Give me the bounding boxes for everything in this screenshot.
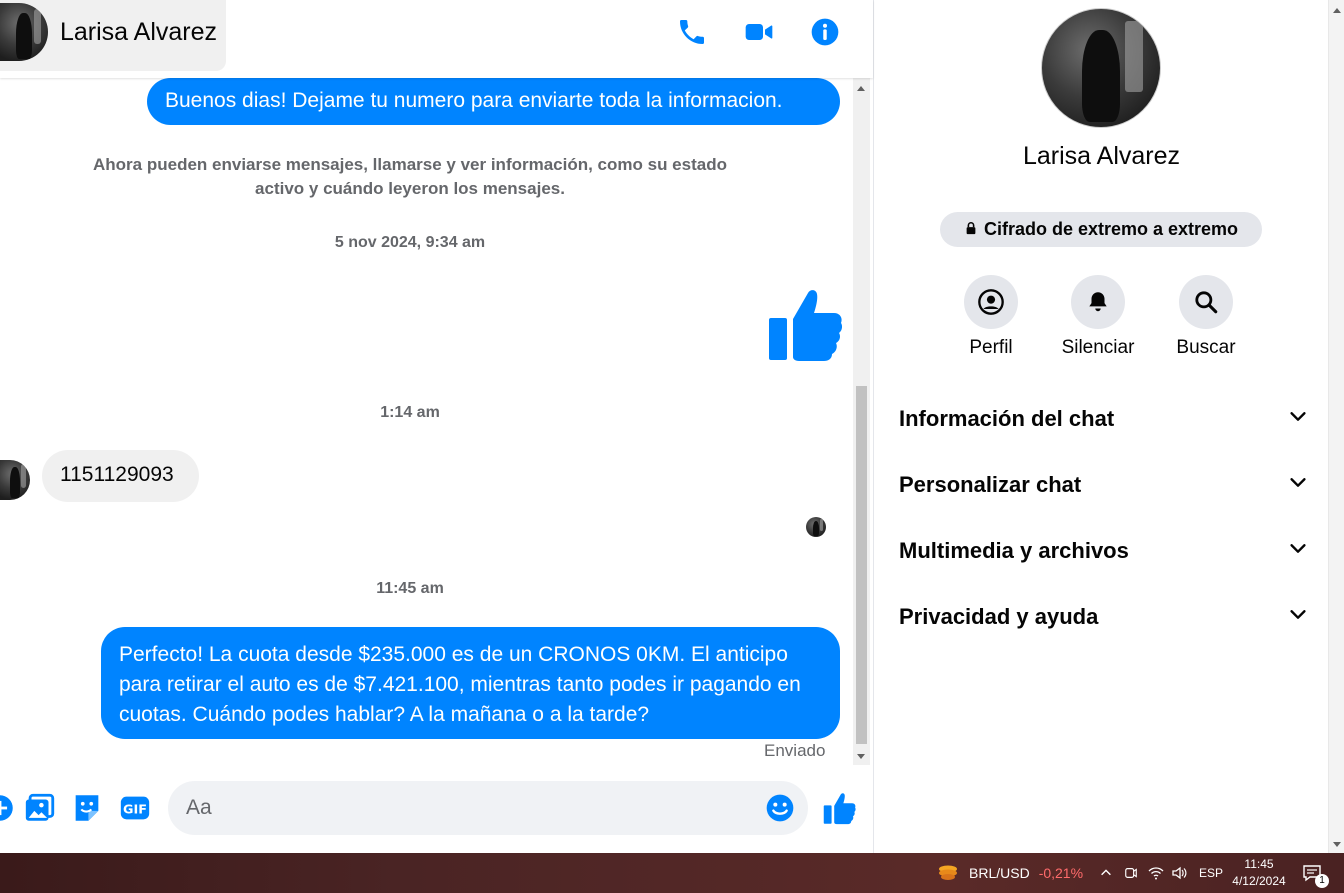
timestamp: 1:14 am [380, 404, 440, 421]
scroll-thumb[interactable] [856, 386, 867, 744]
chat-panel: Larisa Alvarez Buenos dias! Dejame tu nu… [0, 0, 873, 853]
mute-action[interactable]: Silenciar [1048, 275, 1148, 359]
encryption-badge[interactable]: Cifrado de extremo a extremo [940, 212, 1262, 247]
contact-avatar[interactable] [0, 3, 48, 61]
chevron-down-icon [1287, 603, 1309, 631]
timestamp: 11:45 am [376, 580, 444, 597]
section-media-files[interactable]: Multimedia y archivos [899, 527, 1309, 575]
message-input-container [168, 781, 808, 835]
phone-icon[interactable] [676, 16, 708, 48]
clock-time: 11:45 [1244, 857, 1274, 871]
contact-avatar-small[interactable] [0, 460, 30, 500]
chat-header: Larisa Alvarez [0, 0, 873, 78]
emoji-icon[interactable] [764, 792, 796, 824]
action-label: Silenciar [1061, 337, 1135, 358]
section-privacy-help[interactable]: Privacidad y ayuda [899, 593, 1309, 641]
delivery-status: Enviado [764, 741, 826, 760]
sticker-icon[interactable] [70, 791, 104, 825]
video-call-icon[interactable] [743, 16, 775, 48]
language-indicator[interactable]: ESP [1199, 853, 1223, 893]
volume-icon[interactable] [1171, 853, 1187, 893]
system-note: Ahora pueden enviarse mensajes, llamarse… [93, 155, 727, 198]
chevron-up-icon[interactable] [1099, 853, 1113, 893]
info-icon[interactable] [809, 16, 841, 48]
ticker-change: -0,21% [1038, 865, 1084, 881]
encryption-label: Cifrado de extremo a extremo [983, 219, 1239, 239]
message-text: Buenos dias! Dejame tu numero para envia… [165, 89, 783, 112]
bell-icon[interactable] [1071, 275, 1125, 329]
chat-info-panel: Larisa Alvarez Cifrado de extremo a extr… [873, 0, 1328, 853]
messenger-window: Larisa Alvarez Buenos dias! Dejame tu nu… [0, 0, 1344, 893]
coins-icon [936, 861, 960, 885]
message-text: Perfecto! La cuota desde $235.000 es de … [119, 643, 801, 726]
message-text: 1151129093 [60, 463, 174, 486]
svg-text:GIF: GIF [123, 803, 147, 818]
message-bubble-in[interactable]: 1151129093 [42, 450, 199, 502]
more-actions-icon[interactable] [0, 791, 17, 825]
action-label: Perfil [969, 337, 1013, 358]
lock-icon [964, 219, 978, 240]
seen-receipt-avatar [806, 517, 826, 537]
timestamp: 5 nov 2024, 9:34 am [334, 234, 486, 251]
photo-icon[interactable] [23, 791, 57, 825]
system-clock[interactable]: 11:45 4/12/2024 [1226, 856, 1292, 890]
scroll-down-arrow-icon[interactable] [857, 754, 865, 759]
scroll-up-arrow-icon[interactable] [1333, 8, 1341, 13]
message-list[interactable]: Buenos dias! Dejame tu numero para envia… [0, 78, 853, 765]
taskbar: BRL/USD -0,21% ESP 11:45 4/12/2024 1 [0, 853, 1344, 893]
search-icon[interactable] [1179, 275, 1233, 329]
profile-name: Larisa Alvarez [1022, 142, 1181, 170]
contact-chip[interactable]: Larisa Alvarez [0, 0, 226, 71]
section-label: Privacidad y ayuda [899, 604, 1099, 629]
scroll-up-arrow-icon[interactable] [857, 86, 865, 91]
send-like-icon[interactable] [822, 791, 856, 825]
notification-center-icon[interactable]: 1 [1302, 853, 1329, 893]
message-bubble-out[interactable]: Perfecto! La cuota desde $235.000 es de … [101, 627, 840, 739]
section-customize-chat[interactable]: Personalizar chat [899, 461, 1309, 509]
scroll-down-arrow-icon[interactable] [1333, 842, 1341, 847]
clock-date: 4/12/2024 [1232, 874, 1286, 888]
message-scrollbar[interactable] [853, 78, 870, 765]
section-label: Personalizar chat [899, 472, 1082, 497]
notification-badge: 1 [1315, 874, 1329, 888]
wifi-icon[interactable] [1148, 853, 1164, 893]
section-label: Multimedia y archivos [899, 538, 1129, 563]
chevron-down-icon [1287, 405, 1309, 433]
gif-icon[interactable]: GIF [118, 791, 152, 825]
profile-avatar[interactable] [1041, 8, 1161, 128]
chevron-down-icon [1287, 471, 1309, 499]
panel-scrollbar[interactable] [1328, 0, 1344, 853]
search-action[interactable]: Buscar [1156, 275, 1256, 359]
composer: GIF [0, 765, 873, 853]
message-bubble-out[interactable]: Buenos dias! Dejame tu numero para envia… [147, 78, 840, 125]
message-input[interactable] [186, 781, 756, 835]
like-thumb-icon [766, 285, 843, 363]
meet-now-icon[interactable] [1124, 853, 1138, 893]
action-label: Buscar [1176, 337, 1236, 358]
chevron-down-icon [1287, 537, 1309, 565]
profile-icon[interactable] [964, 275, 1018, 329]
section-chat-info[interactable]: Información del chat [899, 395, 1309, 443]
ticker-label: BRL/USD [969, 865, 1030, 881]
stock-widget[interactable]: BRL/USD -0,21% [936, 853, 1083, 893]
section-label: Información del chat [899, 406, 1115, 431]
profile-action[interactable]: Perfil [941, 275, 1041, 359]
contact-name[interactable]: Larisa Alvarez [60, 18, 217, 47]
